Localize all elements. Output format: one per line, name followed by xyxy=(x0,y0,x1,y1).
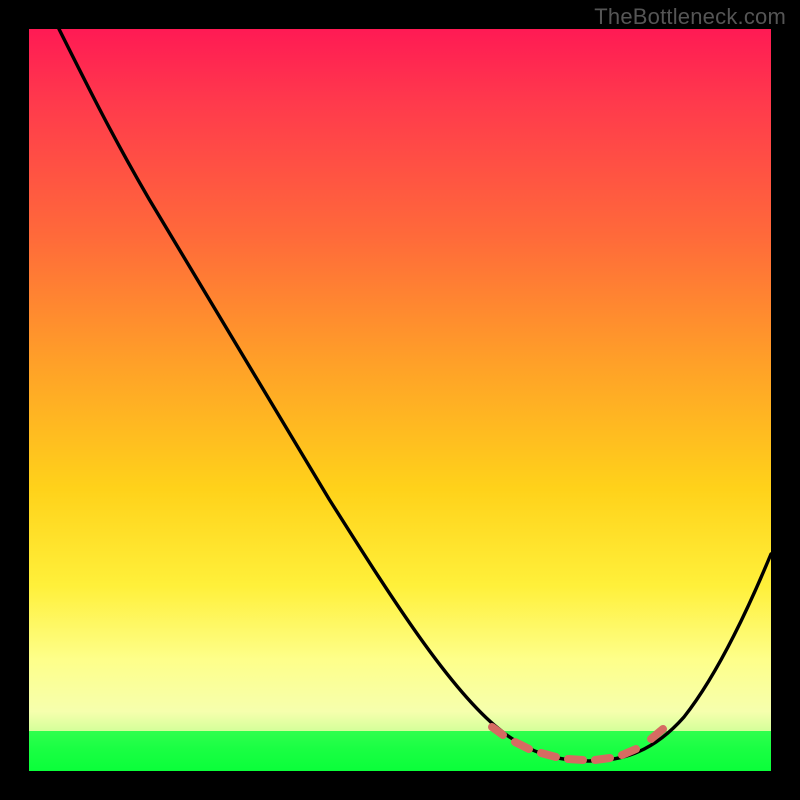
watermark-text: TheBottleneck.com xyxy=(594,4,786,30)
bottleneck-curve-svg xyxy=(29,29,771,771)
bottleneck-curve-path xyxy=(59,29,771,761)
chart-frame: TheBottleneck.com xyxy=(0,0,800,800)
optimal-range-markers xyxy=(492,727,663,760)
plot-area xyxy=(29,29,771,771)
